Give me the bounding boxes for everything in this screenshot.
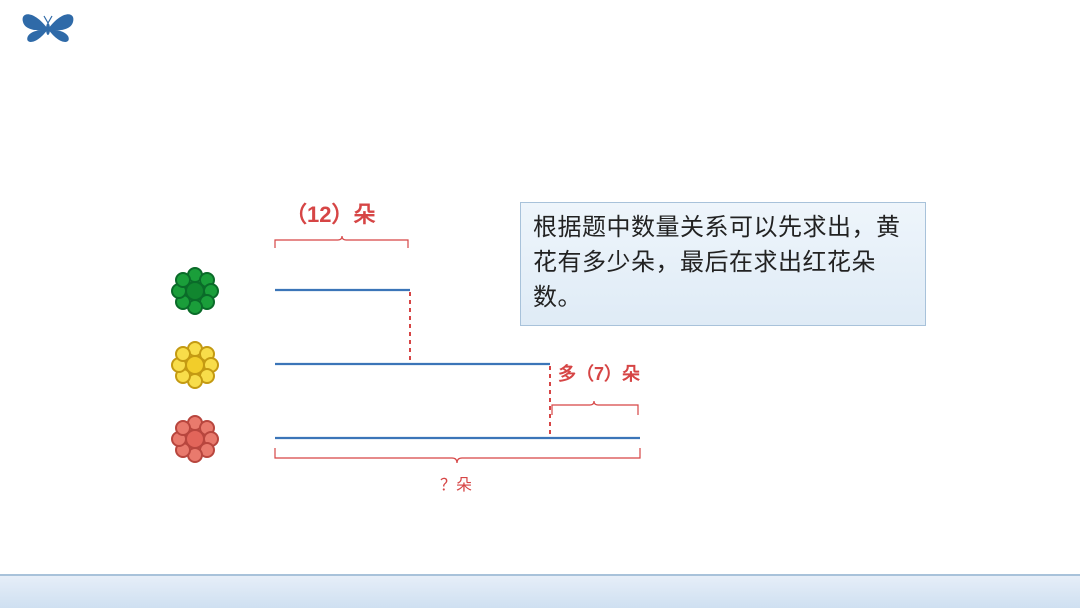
- bracket-7: [552, 401, 638, 415]
- bar-comparison-diagram: （12）朵 多（7）朵 ？朵: [160, 200, 680, 530]
- footer-bar: [0, 574, 1080, 608]
- label-12: （12）朵: [285, 202, 375, 227]
- bracket-12: [275, 236, 408, 248]
- butterfly-icon: [18, 4, 78, 54]
- label-plus7: 多（7）朵: [558, 363, 640, 384]
- label-question: ？朵: [440, 476, 472, 494]
- bracket-question: [275, 448, 640, 463]
